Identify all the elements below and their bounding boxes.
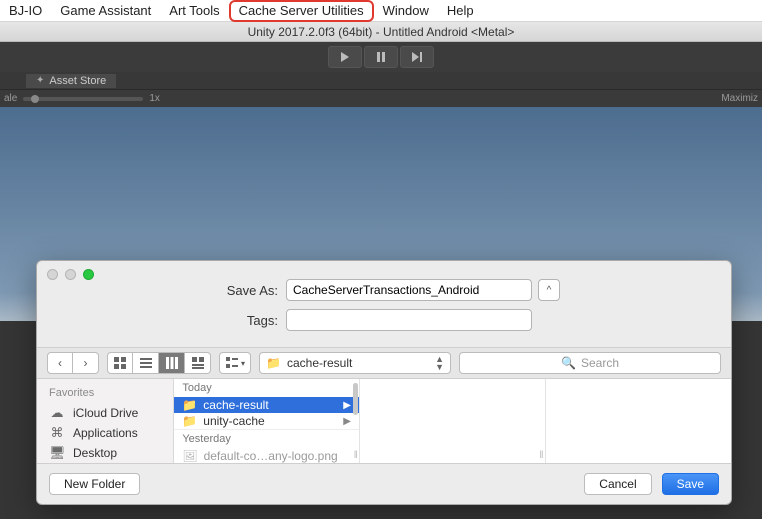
- view-gallery-button[interactable]: [185, 352, 211, 374]
- tab-row: ✦ Asset Store: [0, 72, 762, 90]
- column-resize-handle[interactable]: ‖: [354, 450, 358, 461]
- play-button[interactable]: [328, 46, 362, 68]
- grid-icon: [113, 356, 127, 370]
- scale-label: ale: [4, 93, 17, 104]
- folder-icon: 📁: [266, 356, 281, 370]
- menu-bjio[interactable]: BJ-IO: [0, 0, 51, 22]
- traffic-zoom[interactable]: [83, 269, 94, 280]
- tab-asset-store[interactable]: ✦ Asset Store: [26, 74, 116, 88]
- browser-column-1: Today 📁 cache-result ▶ 📁 unity-cache ▶ Y…: [174, 379, 360, 463]
- chevron-right-icon: ▶: [343, 416, 351, 427]
- menu-art-tools[interactable]: Art Tools: [160, 0, 228, 22]
- sidebar-item-applications[interactable]: ⌘ Applications: [37, 423, 173, 443]
- menu-window[interactable]: Window: [374, 0, 438, 22]
- scale-slider[interactable]: [23, 97, 143, 101]
- scale-slider-knob[interactable]: [31, 95, 39, 103]
- group-yesterday: Yesterday: [174, 429, 359, 448]
- save-form: Save As: ^ Tags:: [37, 261, 731, 347]
- step-icon: [412, 52, 422, 62]
- file-item-label: unity-cache: [203, 414, 264, 428]
- view-mode-group: [107, 352, 211, 374]
- tab-asset-store-label: Asset Store: [49, 75, 106, 87]
- file-item-logo-png[interactable]: 🖼 default-co…any-logo.png: [174, 448, 359, 463]
- forward-button[interactable]: ›: [73, 352, 99, 374]
- chevron-left-icon: ‹: [58, 356, 62, 370]
- new-folder-button[interactable]: New Folder: [49, 473, 140, 495]
- folder-icon: 📁: [182, 398, 197, 412]
- chevron-right-icon: ▶: [343, 400, 351, 411]
- sidebar-item-icloud[interactable]: ☁︎ iCloud Drive: [37, 403, 173, 423]
- traffic-minimize[interactable]: [65, 269, 76, 280]
- window-traffic-lights: [47, 269, 94, 280]
- pause-button[interactable]: [364, 46, 398, 68]
- updown-icon: ▲▼: [435, 355, 444, 371]
- sidebar-header: Favorites: [37, 385, 173, 403]
- tags-label: Tags:: [208, 313, 278, 328]
- play-controls: [0, 42, 762, 72]
- search-placeholder: Search: [581, 356, 619, 370]
- scale-value: 1x: [149, 93, 160, 104]
- cancel-button[interactable]: Cancel: [584, 473, 651, 495]
- asset-store-icon: ✦: [36, 75, 44, 86]
- sidebar-item-label: Applications: [73, 426, 138, 440]
- view-columns-button[interactable]: [159, 352, 185, 374]
- column-resize-handle[interactable]: ‖: [539, 450, 543, 461]
- pause-icon: [377, 52, 385, 62]
- file-item-label: default-co…any-logo.png: [204, 449, 338, 463]
- menu-cache-server-utilities[interactable]: Cache Server Utilities: [229, 0, 374, 22]
- menu-help[interactable]: Help: [438, 0, 483, 22]
- maximize-label[interactable]: Maximiz: [721, 93, 758, 104]
- apps-icon: ⌘: [49, 425, 65, 441]
- columns-icon: [165, 356, 179, 370]
- back-button[interactable]: ‹: [47, 352, 73, 374]
- file-browser: Favorites ☁︎ iCloud Drive ⌘ Applications…: [37, 379, 731, 464]
- file-item-label: cache-result: [203, 398, 268, 412]
- arrange-menu-button[interactable]: ▾: [219, 352, 251, 374]
- save-as-input[interactable]: [286, 279, 532, 301]
- desktop-icon: 🖥: [49, 445, 65, 461]
- chevron-up-icon: ^: [547, 285, 552, 296]
- cloud-icon: ☁︎: [49, 405, 65, 421]
- search-icon: 🔍: [561, 356, 576, 370]
- sidebar-item-label: iCloud Drive: [73, 406, 138, 420]
- dialog-footer: New Folder Cancel Save: [37, 464, 731, 504]
- folder-icon: 📁: [182, 414, 197, 428]
- window-title: Unity 2017.2.0f3 (64bit) - Untitled Andr…: [0, 22, 762, 42]
- list-icon: [139, 356, 153, 370]
- arrange-icon: [225, 356, 239, 370]
- gallery-icon: [191, 356, 205, 370]
- path-selector-label: cache-result: [287, 356, 352, 370]
- image-file-icon: 🖼: [182, 449, 197, 463]
- sidebar-item-desktop[interactable]: 🖥 Desktop: [37, 443, 173, 463]
- search-input[interactable]: 🔍 Search: [459, 352, 721, 374]
- save-button[interactable]: Save: [662, 473, 719, 495]
- play-icon: [341, 52, 349, 62]
- save-dialog: Save As: ^ Tags: ‹ ›: [36, 260, 732, 505]
- path-selector[interactable]: 📁 cache-result ▲▼: [259, 352, 451, 374]
- menu-game-assistant[interactable]: Game Assistant: [51, 0, 160, 22]
- traffic-close[interactable]: [47, 269, 58, 280]
- browser-toolbar: ‹ › ▾ 📁 cache-result ▲: [37, 347, 731, 379]
- menu-bar: BJ-IO Game Assistant Art Tools Cache Ser…: [0, 0, 762, 22]
- browser-column-3: [546, 379, 732, 463]
- view-icons-button[interactable]: [107, 352, 133, 374]
- nav-back-forward: ‹ ›: [47, 352, 99, 374]
- chevron-down-icon: ▾: [241, 359, 245, 368]
- column-scrollbar[interactable]: [353, 383, 358, 415]
- sidebar: Favorites ☁︎ iCloud Drive ⌘ Applications…: [37, 379, 174, 463]
- chevron-right-icon: ›: [84, 356, 88, 370]
- browser-column-2: ‖: [360, 379, 546, 463]
- file-item-cache-result[interactable]: 📁 cache-result ▶: [174, 397, 359, 413]
- step-button[interactable]: [400, 46, 434, 68]
- file-item-unity-cache[interactable]: 📁 unity-cache ▶: [174, 413, 359, 429]
- sidebar-item-label: Desktop: [73, 446, 117, 460]
- tags-input[interactable]: [286, 309, 532, 331]
- expand-button[interactable]: ^: [538, 279, 560, 301]
- save-as-label: Save As:: [208, 283, 278, 298]
- group-today: Today: [174, 379, 359, 397]
- scale-row: ale 1x Maximiz: [0, 90, 762, 107]
- view-list-button[interactable]: [133, 352, 159, 374]
